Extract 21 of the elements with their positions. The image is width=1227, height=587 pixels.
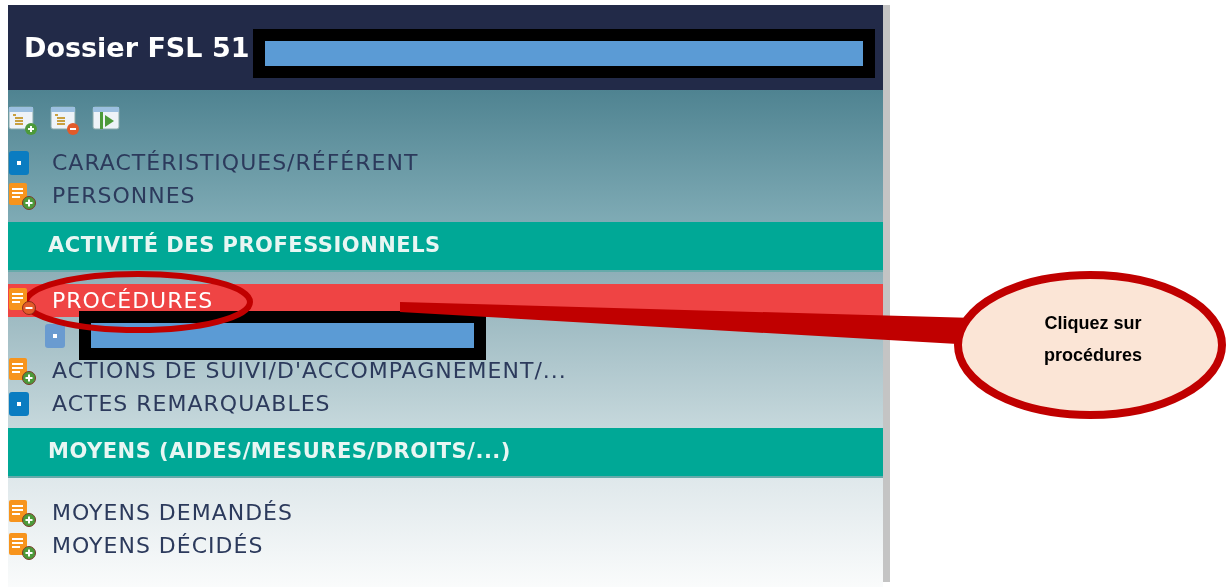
- callout-text: Cliquez sur procédures: [1042, 312, 1143, 367]
- tree-item[interactable]: PERSONNES: [52, 179, 196, 212]
- tree-item[interactable]: CARACTÉRISTIQUES/RÉFÉRENT: [52, 146, 419, 179]
- window-title: Dossier FSL 51: [24, 30, 250, 65]
- square-icon: [8, 390, 30, 417]
- document-minus-icon[interactable]: [8, 286, 36, 315]
- document-plus-icon[interactable]: [8, 181, 36, 210]
- collapse-all-icon[interactable]: [50, 106, 80, 136]
- expand-all-icon[interactable]: [8, 106, 38, 136]
- tree-item[interactable]: PROCÉDURES: [52, 284, 214, 317]
- tree-item[interactable]: MOYENS DÉCIDÉS: [52, 529, 264, 562]
- square-icon: [44, 322, 66, 349]
- section-header: MOYENS (AIDES/MESURES/DROITS/...): [8, 428, 883, 478]
- tree-item[interactable]: MOYENS DEMANDÉS: [52, 496, 293, 529]
- document-plus-icon[interactable]: [8, 498, 36, 527]
- tree-item[interactable]: ACTES REMARQUABLES: [52, 387, 331, 420]
- document-plus-icon[interactable]: [8, 356, 36, 385]
- tree-item[interactable]: ACTIONS DE SUIVI/D'ACCOMPAGNEMENT/...: [52, 354, 567, 387]
- section-header: ACTIVITÉ DES PROFESSIONNELS: [8, 222, 883, 272]
- square-icon: [8, 149, 30, 176]
- document-plus-icon[interactable]: [8, 531, 36, 560]
